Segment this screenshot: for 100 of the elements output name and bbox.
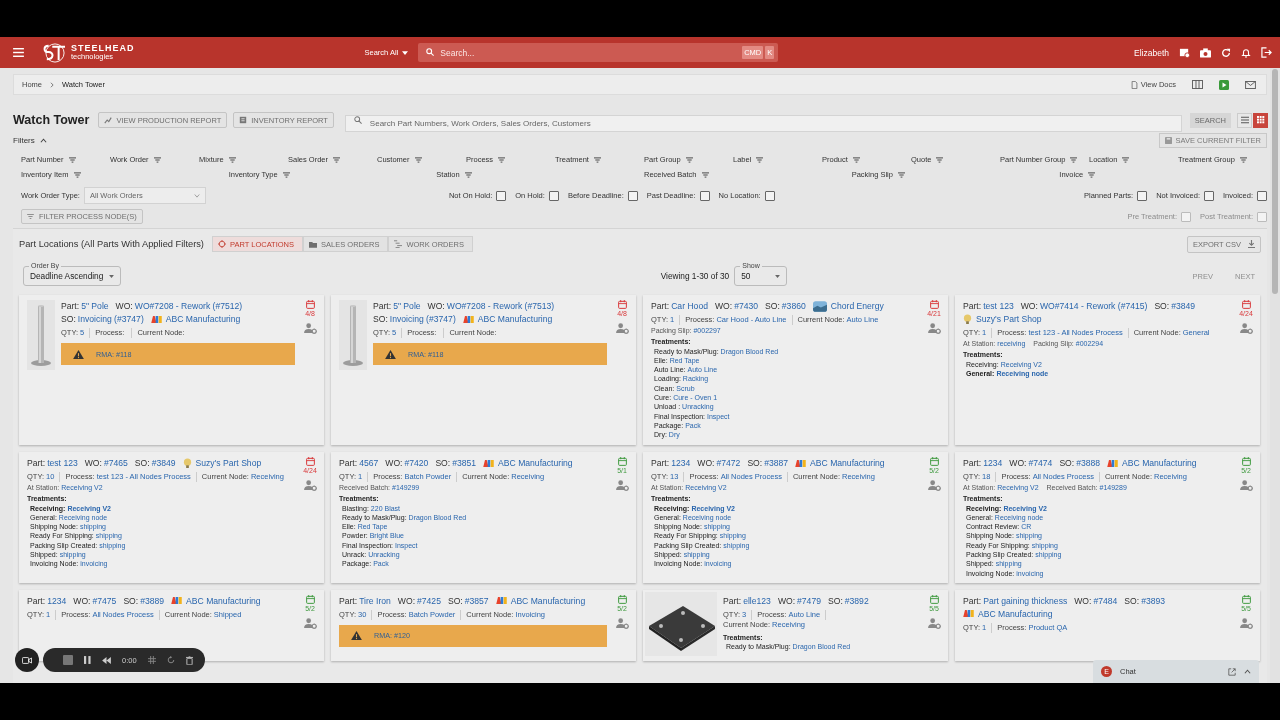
checkbox[interactable] [764, 190, 775, 201]
customer-link[interactable]: ABC Manufacturing [186, 594, 261, 607]
field-link[interactable]: 5" Pole [81, 301, 109, 311]
chevron-up-icon[interactable] [1244, 669, 1251, 674]
field-link[interactable]: 4567 [359, 458, 379, 468]
part-search-field[interactable]: Search Part Numbers, Work Orders, Sales Orders, Customers [344, 114, 1182, 132]
checkbox[interactable] [1203, 190, 1214, 201]
user-settings-icon[interactable] [615, 323, 629, 334]
grid-view-button[interactable] [1253, 112, 1268, 128]
field-link[interactable]: test 123 [47, 458, 78, 468]
user-settings-icon[interactable] [303, 480, 317, 491]
checkbox[interactable] [548, 190, 559, 201]
customer-link[interactable]: Suzy's Part Shop [976, 313, 1042, 325]
field-link[interactable]: 5" Pole [393, 301, 421, 311]
field-link[interactable]: #7479 [797, 595, 821, 606]
checkbox[interactable] [699, 190, 710, 201]
field-link[interactable]: #3887 [764, 458, 789, 468]
folder-icon [309, 240, 318, 248]
field-link[interactable]: #7420 [404, 458, 429, 468]
save-icon [1164, 136, 1172, 144]
play-icon[interactable] [1219, 79, 1229, 90]
list-view-button[interactable] [1237, 112, 1252, 128]
user-name[interactable]: Elizabeth [1134, 47, 1169, 58]
part-card[interactable] [955, 452, 1260, 583]
field-link[interactable]: Invoicing (#3747) [389, 314, 456, 324]
field-link[interactable]: WO#7208 - Rework (#7513) [446, 301, 555, 311]
customer-link[interactable]: Chord Energy [830, 300, 884, 312]
field-link[interactable]: 1234 [983, 458, 1003, 468]
field-link[interactable]: #7472 [716, 458, 741, 468]
user-settings-icon[interactable] [303, 617, 317, 629]
field-link[interactable]: #7425 [417, 595, 441, 606]
external-link-icon[interactable] [1228, 667, 1236, 676]
refresh-icon[interactable] [1221, 47, 1231, 58]
user-settings-icon[interactable] [927, 480, 941, 491]
customer-link[interactable]: ABC Manufacturing [1122, 457, 1197, 469]
field-label: Part: [27, 458, 46, 468]
camera-icon[interactable] [1200, 47, 1211, 58]
customer-link[interactable]: ABC Manufacturing [978, 607, 1053, 620]
checkbox[interactable] [627, 190, 638, 201]
field-link[interactable]: Tire Iron [359, 595, 391, 606]
user-settings-icon[interactable] [1239, 323, 1253, 334]
field-link[interactable]: #3892 [844, 595, 869, 606]
customer-link[interactable]: ABC Manufacturing [510, 594, 586, 607]
field-link[interactable]: elle123 [743, 595, 771, 606]
checkbox[interactable] [496, 190, 507, 201]
filters-toggle[interactable]: Filters [13, 135, 47, 145]
field-link[interactable]: #3849 [151, 458, 176, 468]
menu-icon[interactable] [13, 48, 24, 57]
part-card[interactable] [19, 452, 324, 583]
rewind-icon[interactable] [102, 656, 111, 664]
field-link[interactable]: #3851 [452, 458, 477, 468]
user-settings-icon[interactable] [615, 617, 629, 629]
scrollbar[interactable] [1270, 68, 1280, 683]
customer-link[interactable]: ABC Manufacturing [810, 457, 885, 469]
customer-link[interactable]: Suzy's Part Shop [195, 457, 262, 469]
field-link[interactable]: #3889 [140, 595, 165, 606]
user-settings-icon[interactable] [927, 323, 941, 334]
field-link[interactable]: #7465 [103, 458, 128, 468]
field-link[interactable]: #3849 [1171, 301, 1196, 311]
field-label: SO: [435, 458, 451, 468]
field-link[interactable]: Part gaining thickness [983, 595, 1068, 606]
field-link[interactable]: Car Hood [671, 301, 708, 311]
customer-link[interactable]: ABC Manufacturing [498, 457, 573, 469]
part-card[interactable] [643, 452, 948, 583]
part-card[interactable] [643, 295, 948, 445]
user-settings-icon[interactable] [1239, 480, 1253, 491]
bell-icon[interactable] [1241, 47, 1251, 58]
field-link[interactable]: #3857 [464, 595, 489, 606]
field-link[interactable]: 1234 [47, 595, 67, 606]
customer-link[interactable]: ABC Manufacturing [165, 313, 241, 325]
field-link[interactable]: #3888 [1076, 458, 1101, 468]
user-settings-icon[interactable] [303, 323, 317, 334]
field-link[interactable]: Invoicing (#3747) [77, 314, 144, 324]
user-settings-icon[interactable] [1239, 617, 1253, 629]
logout-icon[interactable] [1261, 47, 1272, 58]
field-link[interactable]: #3893 [1141, 595, 1166, 606]
mail-icon[interactable] [1245, 80, 1256, 89]
checkbox[interactable] [1257, 190, 1267, 201]
field-link[interactable]: #3860 [781, 301, 806, 311]
field-link[interactable]: test 123 [983, 301, 1014, 311]
grid-icon[interactable] [147, 656, 156, 664]
part-card[interactable] [955, 295, 1260, 445]
field-label: SO: [1124, 595, 1140, 606]
undo-icon[interactable] [166, 656, 175, 664]
field-link[interactable]: WO#7414 - Rework (#7415) [1039, 301, 1148, 311]
field-link[interactable]: #7484 [1093, 595, 1118, 606]
calendar-icon[interactable] [1179, 47, 1190, 58]
user-settings-icon[interactable] [927, 617, 941, 629]
trash-icon[interactable] [185, 655, 193, 665]
field-link[interactable]: #7475 [92, 595, 117, 606]
field-link[interactable]: #7474 [1028, 458, 1053, 468]
field-link[interactable]: 1234 [671, 458, 691, 468]
checkbox[interactable] [1137, 190, 1148, 201]
customer-link[interactable]: ABC Manufacturing [477, 313, 553, 325]
field-link[interactable]: WO#7208 - Rework (#7512) [134, 301, 243, 311]
part-card[interactable] [331, 452, 636, 583]
field-link[interactable]: #7430 [734, 301, 759, 311]
pause-icon[interactable] [84, 656, 91, 664]
columns-icon[interactable] [1192, 80, 1203, 89]
user-settings-icon[interactable] [615, 480, 629, 491]
